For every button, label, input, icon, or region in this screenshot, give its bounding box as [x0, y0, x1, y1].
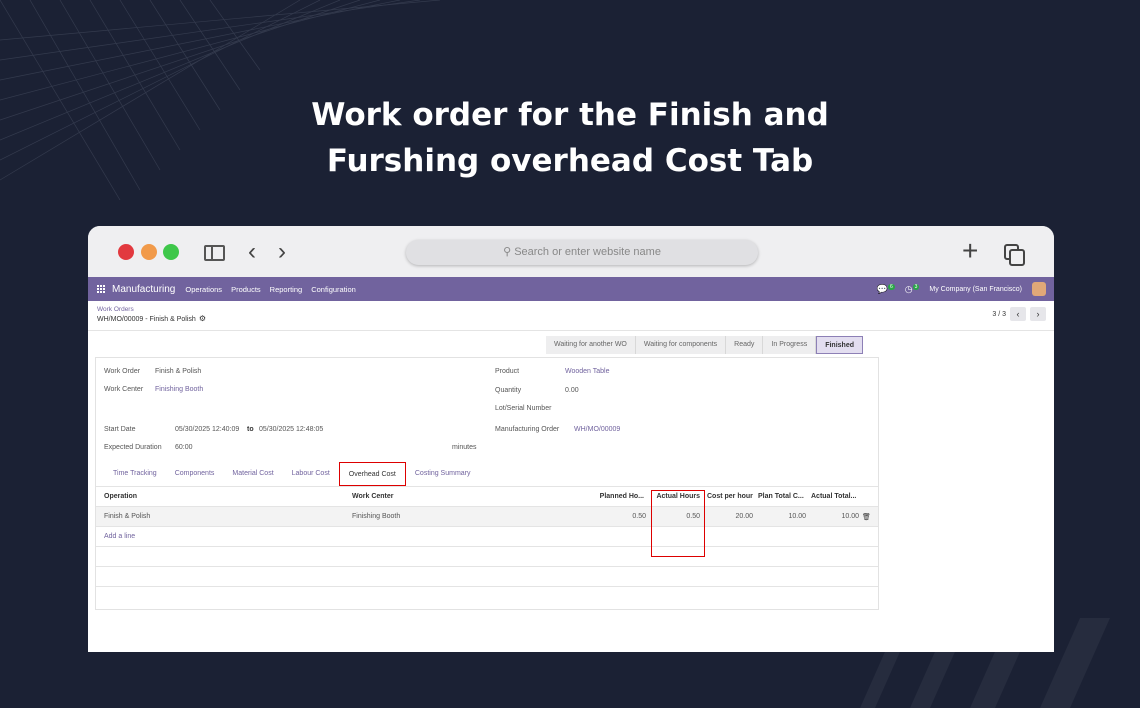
top-navbar: Manufacturing Operations Products Report…: [88, 277, 1054, 301]
pager-value[interactable]: 3 / 3: [992, 311, 1006, 318]
stage-in-progress[interactable]: In Progress: [763, 336, 817, 354]
menu-configuration[interactable]: Configuration: [311, 285, 356, 294]
chat-count-badge: 6: [887, 283, 895, 290]
work-center-link[interactable]: Finishing Booth: [155, 386, 203, 393]
product-link[interactable]: Wooden Table: [565, 368, 610, 375]
product-label: Product: [495, 368, 520, 375]
navbar-systray: 💬 6 ◷ 3 My Company (San Francisco): [877, 277, 1046, 301]
sidebar-toggle-icon[interactable]: [204, 245, 225, 261]
row-plan-total-cost: 10.00: [788, 513, 806, 520]
form-sheet: Work Order Finish & Polish Work Center F…: [95, 357, 879, 610]
breadcrumb-current: WH/MO/00009 - Finish & Polish ⚙: [97, 314, 206, 323]
stage-waiting-components[interactable]: Waiting for components: [635, 336, 727, 354]
expected-duration-value[interactable]: 60:00: [175, 444, 193, 451]
col-operation[interactable]: Operation: [104, 493, 137, 500]
user-avatar[interactable]: [1032, 282, 1046, 296]
empty-row: [96, 586, 878, 606]
stage-waiting-another-wo[interactable]: Waiting for another WO: [546, 336, 636, 354]
breadcrumb-work-orders[interactable]: Work Orders: [97, 306, 134, 313]
menu-products[interactable]: Products: [231, 285, 261, 294]
new-tab-icon[interactable]: +: [962, 236, 978, 266]
row-planned-hours: 0.50: [632, 513, 646, 520]
row-actual-total: 10.00: [841, 513, 859, 520]
address-bar[interactable]: ⚲ Search or enter website name: [406, 240, 758, 265]
col-work-center[interactable]: Work Center: [352, 493, 394, 500]
mo-label: Manufacturing Order: [495, 426, 560, 433]
status-bar: Waiting for another WO Waiting for compo…: [546, 336, 863, 354]
date-range-to: to: [247, 426, 254, 433]
row-cost-per-hour: 20.00: [735, 513, 753, 520]
start-date-value[interactable]: 05/30/2025 12:40:09: [175, 426, 239, 433]
headline-line-1: Work order for the Finish and: [311, 97, 829, 133]
mo-link[interactable]: WH/MO/00009: [574, 426, 620, 433]
pager-previous-icon[interactable]: ‹: [1010, 307, 1026, 321]
chat-icon[interactable]: 💬 6: [877, 283, 895, 295]
delete-row-trash-icon[interactable]: 🗑: [862, 513, 871, 521]
col-actual-total[interactable]: Actual Total...: [811, 493, 856, 500]
notebook-tabs: Time Tracking Components Material Cost L…: [104, 462, 480, 486]
company-switcher[interactable]: My Company (San Francisco): [929, 286, 1022, 293]
end-date-value[interactable]: 05/30/2025 12:48:05: [259, 426, 323, 433]
quantity-label: Quantity: [495, 387, 522, 394]
pager-next-icon[interactable]: ›: [1030, 307, 1046, 321]
table-row[interactable]: Finish & Polish Finishing Booth 0.50 0.5…: [96, 506, 878, 526]
page-headline: Work order for the Finish and Furshing o…: [0, 92, 1140, 184]
browser-window: ‹ › ⚲ Search or enter website name + Man…: [88, 226, 1054, 652]
close-window-button[interactable]: [118, 244, 134, 260]
add-line-row: Add a line: [96, 526, 878, 546]
empty-row: [96, 546, 878, 566]
gear-icon[interactable]: ⚙: [199, 314, 206, 323]
tab-components[interactable]: Components: [166, 462, 224, 486]
empty-row: [96, 566, 878, 586]
work-center-label: Work Center: [104, 386, 144, 393]
back-chevron-icon[interactable]: ‹: [248, 240, 256, 264]
address-bar-placeholder: Search or enter website name: [514, 246, 661, 258]
col-plan-total-cost[interactable]: Plan Total C...: [758, 493, 804, 500]
tab-overhead-cost[interactable]: Overhead Cost: [338, 462, 406, 486]
maximize-window-button[interactable]: [163, 244, 179, 260]
app-name[interactable]: Manufacturing: [112, 284, 175, 295]
overhead-cost-table: Operation Work Center Planned Ho... Actu…: [96, 486, 878, 606]
tab-material-cost[interactable]: Material Cost: [223, 462, 282, 486]
actual-hours-highlight-box: [651, 490, 705, 557]
activity-clock-icon[interactable]: ◷ 3: [905, 283, 920, 295]
stage-ready[interactable]: Ready: [726, 336, 764, 354]
add-line-link[interactable]: Add a line: [104, 533, 135, 540]
apps-menu-icon[interactable]: [97, 284, 106, 294]
browser-chrome: ‹ › ⚲ Search or enter website name +: [88, 226, 1054, 277]
row-work-center: Finishing Booth: [352, 513, 401, 520]
breadcrumb-current-label: WH/MO/00009 - Finish & Polish: [97, 316, 196, 323]
pager: 3 / 3 ‹ ›: [992, 307, 1046, 321]
stage-finished[interactable]: Finished: [816, 336, 863, 354]
expected-duration-label: Expected Duration: [104, 444, 162, 451]
lot-serial-label: Lot/Serial Number: [495, 405, 552, 412]
activity-count-badge: 3: [912, 283, 920, 290]
headline-line-2: Furshing overhead Cost Tab: [326, 143, 814, 179]
work-order-value[interactable]: Finish & Polish: [155, 368, 201, 375]
forward-chevron-icon[interactable]: ›: [278, 240, 286, 264]
tab-time-tracking[interactable]: Time Tracking: [104, 462, 166, 486]
tab-costing-summary[interactable]: Costing Summary: [406, 462, 480, 486]
row-operation: Finish & Polish: [104, 513, 151, 520]
control-panel: Work Orders WH/MO/00009 - Finish & Polis…: [88, 301, 1054, 331]
menu-reporting[interactable]: Reporting: [270, 285, 303, 294]
col-planned-hours[interactable]: Planned Ho...: [596, 493, 644, 500]
quantity-value[interactable]: 0.00: [565, 387, 579, 394]
search-icon: ⚲: [503, 246, 512, 258]
duration-unit: minutes: [452, 444, 477, 451]
table-header-row: Operation Work Center Planned Ho... Actu…: [96, 486, 878, 506]
minimize-window-button[interactable]: [141, 244, 157, 260]
tabs-overview-icon[interactable]: [1004, 244, 1025, 266]
tab-labour-cost[interactable]: Labour Cost: [283, 462, 339, 486]
start-date-label: Start Date: [104, 426, 136, 433]
menu-operations[interactable]: Operations: [185, 285, 222, 294]
col-cost-per-hour[interactable]: Cost per hour: [707, 493, 753, 500]
work-order-label: Work Order: [104, 368, 141, 375]
